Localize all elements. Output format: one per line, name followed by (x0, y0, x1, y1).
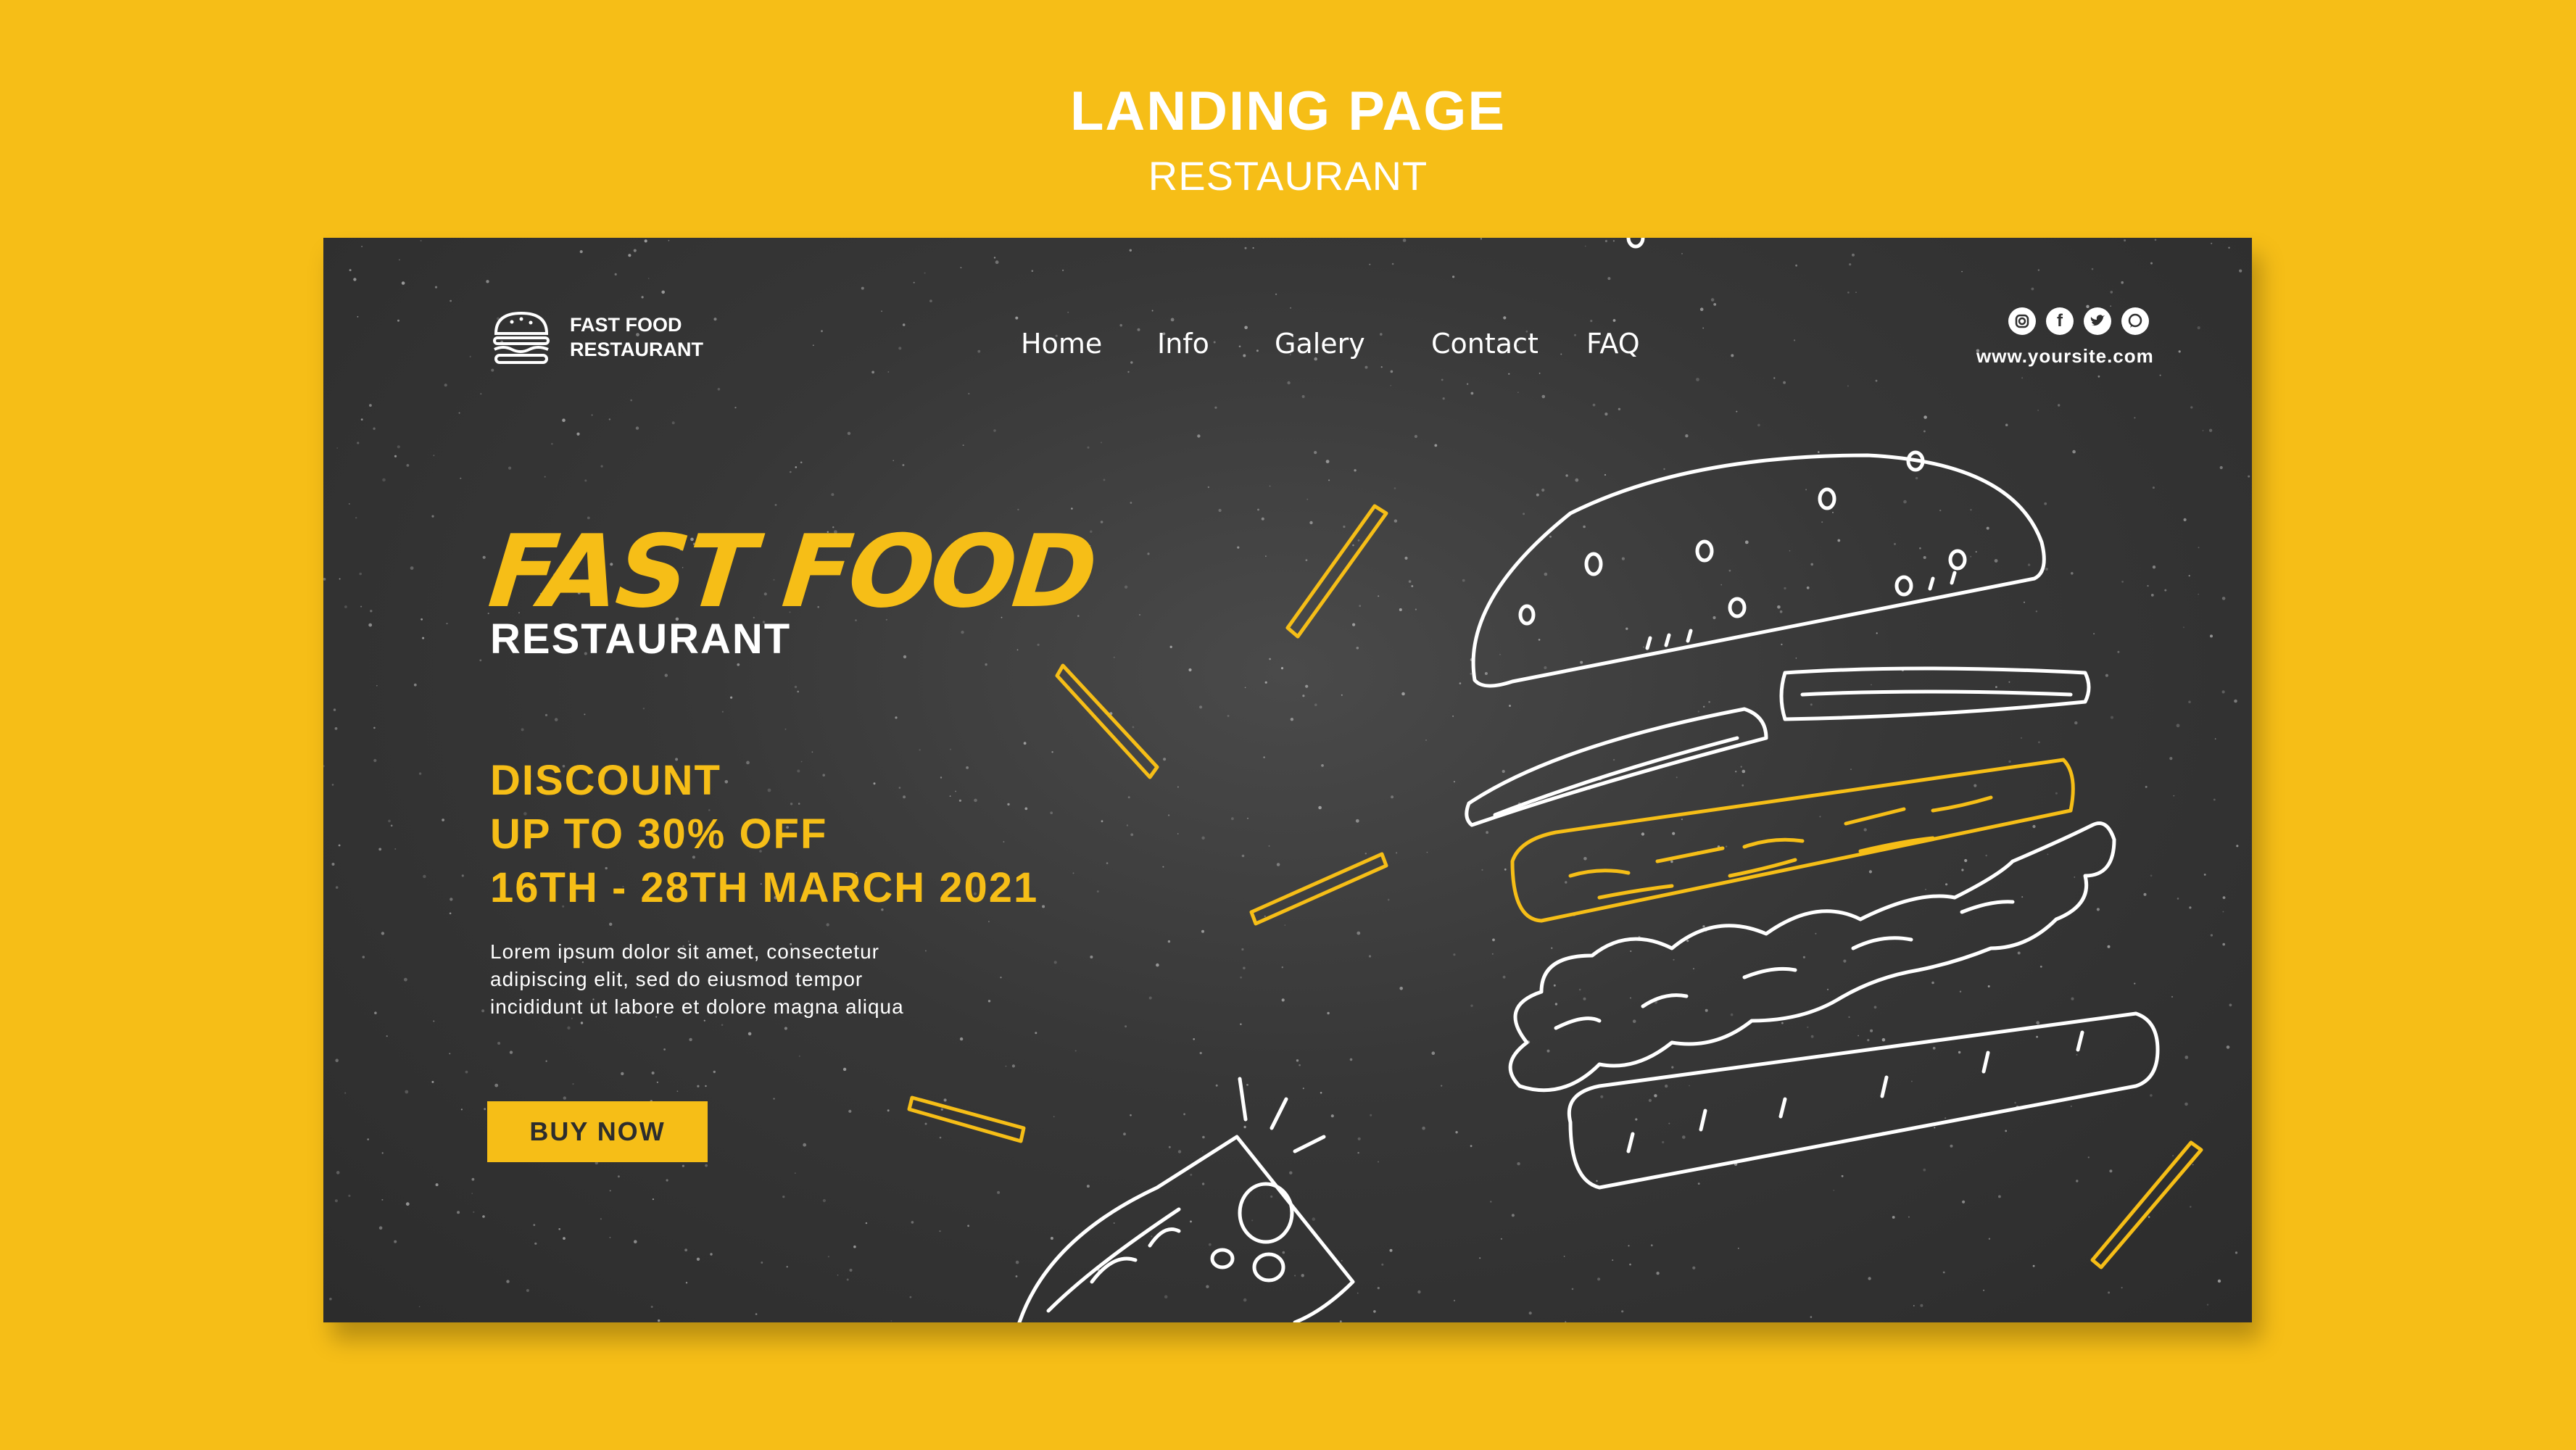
top-bun-icon (1471, 238, 2046, 688)
french-fries-icon (907, 504, 2203, 1269)
page-header-title: LANDING PAGE (1069, 80, 1507, 142)
cheese-wedge-icon (1017, 1077, 1355, 1322)
landing-page-mockup: FAST FOOD RESTAURANT Home Info Galery Co… (323, 238, 2252, 1322)
bottom-bun-icon (1567, 1011, 2160, 1190)
burger-illustration (907, 238, 2203, 1322)
page-header-subtitle: RESTAURANT (1148, 153, 1428, 199)
